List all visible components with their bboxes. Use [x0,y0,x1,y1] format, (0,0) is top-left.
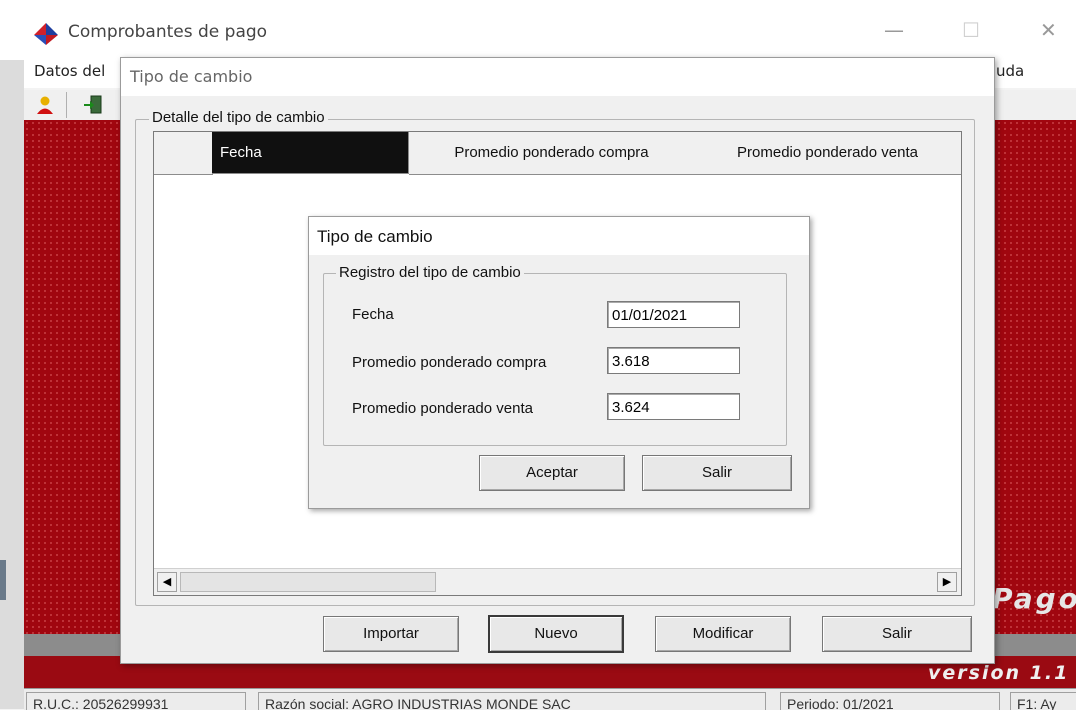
compra-label: Promedio ponderado compra [352,354,547,371]
accept-button[interactable]: Aceptar [479,455,625,491]
menu-item-ayuda[interactable]: uda [996,62,1024,80]
new-button[interactable]: Nuevo [488,615,624,653]
exchange-rate-dialog: Tipo de cambio Detalle del tipo de cambi… [120,57,995,664]
dialog-title: Tipo de cambio [130,67,253,86]
minimize-button[interactable]: — [884,18,904,42]
entry-exit-button[interactable]: Salir [642,455,792,491]
banner-text: Pago [992,582,1076,615]
status-ruc: R.U.C.: 20526299931 [26,692,246,710]
menu-item-datos[interactable]: Datos del [34,62,105,80]
version-label: version 1.1 [928,662,1070,684]
main-window-title: Comprobantes de pago [68,22,268,42]
compra-input[interactable]: 3.618 [607,347,740,374]
grid-header-fecha[interactable]: Fecha [212,132,409,174]
exit-door-icon[interactable] [82,94,104,116]
venta-label: Promedio ponderado venta [352,400,533,417]
modify-button[interactable]: Modificar [655,616,791,652]
horizontal-scrollbar[interactable]: ◀ ▶ [154,568,961,595]
scroll-left-icon[interactable]: ◀ [157,572,177,592]
toolbar-separator [66,92,67,118]
status-help: F1: Ay [1010,692,1076,710]
fecha-label: Fecha [352,306,394,323]
venta-input[interactable]: 3.624 [607,393,740,420]
grid-header-compra[interactable]: Promedio ponderado compra [409,132,695,175]
grid-header-venta[interactable]: Promedio ponderado venta [694,132,961,175]
exit-button[interactable]: Salir [822,616,972,652]
scroll-right-icon[interactable]: ▶ [937,572,957,592]
status-razon-social: Razón social: AGRO INDUSTRIAS MONDE SAC [258,692,766,710]
background-edge-accent [0,560,6,600]
user-icon[interactable] [34,94,56,116]
scrollbar-thumb[interactable] [180,572,436,592]
app-logo-icon [34,23,58,45]
maximize-button[interactable]: ☐ [962,18,980,42]
import-button[interactable]: Importar [323,616,459,652]
background-edge [0,60,24,709]
entry-group-label: Registro del tipo de cambio [336,264,524,281]
close-button[interactable]: ✕ [1040,18,1057,42]
grid-row-header-corner [154,132,213,175]
status-periodo: Periodo: 01/2021 [780,692,1000,710]
entry-dialog-title: Tipo de cambio [317,227,433,246]
exchange-rate-entry-dialog: Tipo de cambio Registro del tipo de camb… [308,216,810,509]
fecha-input[interactable]: 01/01/2021 [607,301,740,328]
detail-group-label: Detalle del tipo de cambio [149,109,328,126]
